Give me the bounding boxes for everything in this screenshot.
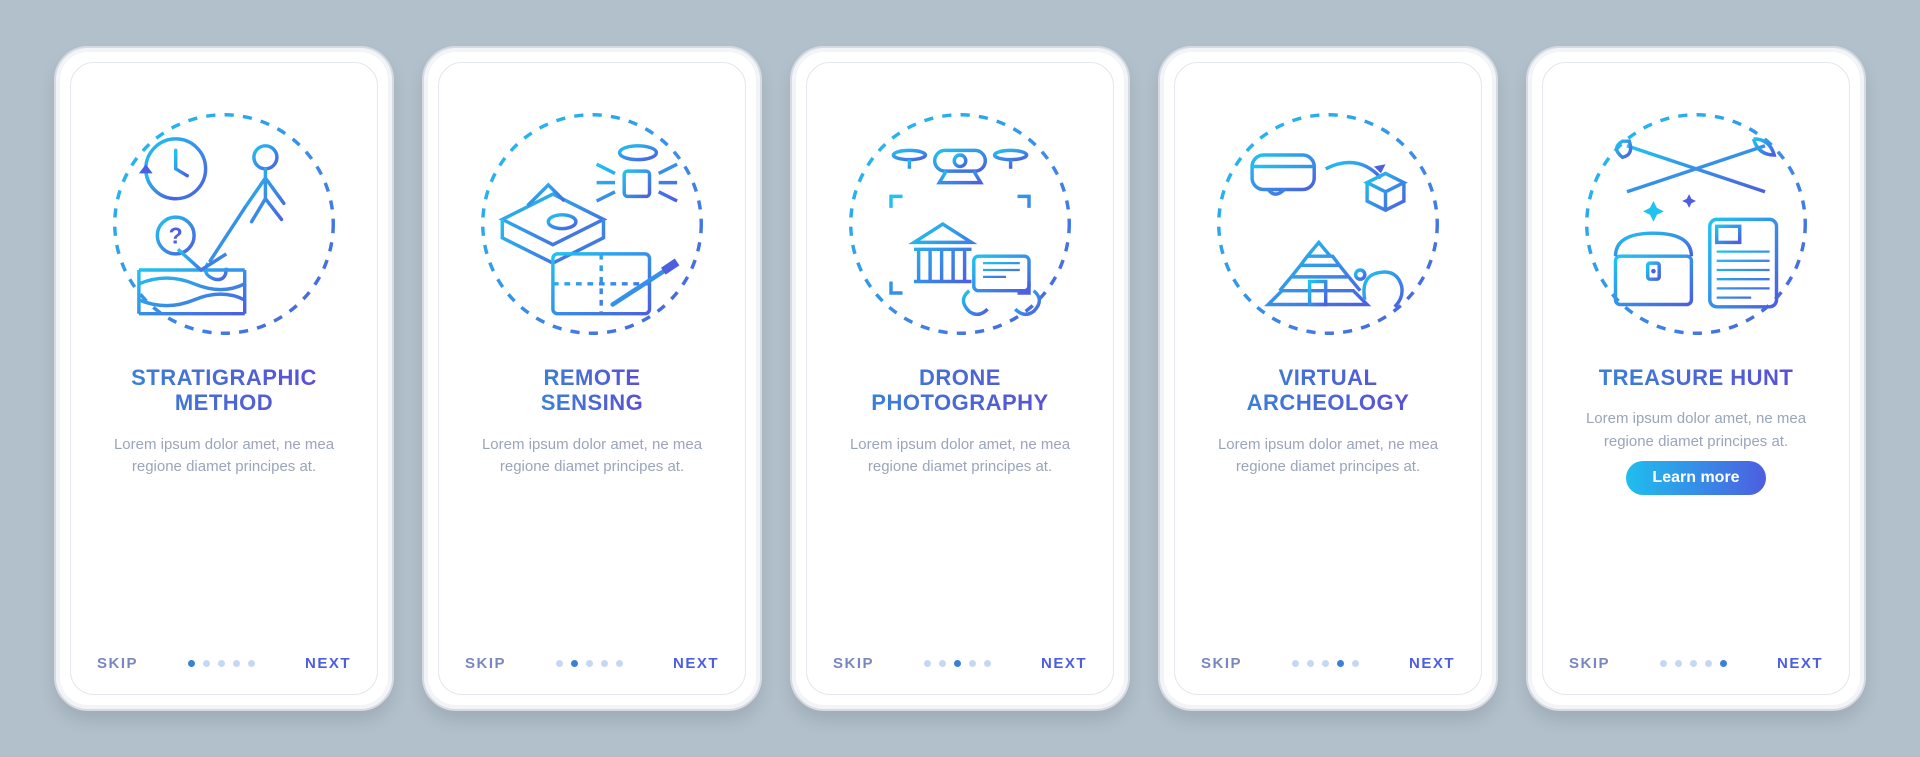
onboarding-footer: SKIP NEXT [829, 655, 1091, 672]
dot [1337, 660, 1344, 667]
phone-mockup: Remote sensing Lorem ipsum dolor amet, n… [422, 46, 762, 711]
dot [601, 660, 608, 667]
next-button[interactable]: NEXT [305, 655, 351, 672]
phone-mockup: Drone photography Lorem ipsum dolor amet… [790, 46, 1130, 711]
onboarding-description: Lorem ipsum dolor amet, ne mea regione d… [1208, 434, 1448, 479]
next-button[interactable]: NEXT [673, 655, 719, 672]
dot [248, 660, 255, 667]
onboarding-footer: SKIP NEXT [461, 655, 723, 672]
onboarding-screen: Remote sensing Lorem ipsum dolor amet, n… [438, 62, 746, 695]
onboarding-description: Lorem ipsum dolor amet, ne mea regione d… [840, 434, 1080, 479]
dot [1690, 660, 1697, 667]
onboarding-title: Virtual archeology [1247, 365, 1410, 416]
onboarding-title: Remote sensing [541, 365, 644, 416]
pagination-dots [188, 660, 255, 667]
treasure-icon [1581, 109, 1811, 339]
dot [203, 660, 210, 667]
onboarding-screen: Treasure hunt Lorem ipsum dolor amet, ne… [1542, 62, 1850, 695]
onboarding-title: Treasure hunt [1599, 365, 1794, 390]
skip-button[interactable]: SKIP [465, 655, 506, 672]
onboarding-footer: SKIP NEXT [93, 655, 355, 672]
dot [586, 660, 593, 667]
virtual-arch-icon [1213, 109, 1443, 339]
pagination-dots [1660, 660, 1727, 667]
dot [1720, 660, 1727, 667]
phone-mockup: ? Stratigraphic method Lorem ipsum dolor… [54, 46, 394, 711]
dot [1322, 660, 1329, 667]
dot [1292, 660, 1299, 667]
next-button[interactable]: NEXT [1409, 655, 1455, 672]
svg-text:?: ? [169, 223, 183, 249]
dot [218, 660, 225, 667]
dot [1352, 660, 1359, 667]
dot [1705, 660, 1712, 667]
stratigraphic-icon: ? [109, 109, 339, 339]
dot [1675, 660, 1682, 667]
skip-button[interactable]: SKIP [1201, 655, 1242, 672]
dot [188, 660, 195, 667]
onboarding-screen: Virtual archeology Lorem ipsum dolor ame… [1174, 62, 1482, 695]
skip-button[interactable]: SKIP [97, 655, 138, 672]
onboarding-description: Lorem ipsum dolor amet, ne mea regione d… [104, 434, 344, 479]
onboarding-footer: SKIP NEXT [1565, 655, 1827, 672]
pagination-dots [1292, 660, 1359, 667]
dot [233, 660, 240, 667]
dot [939, 660, 946, 667]
pagination-dots [556, 660, 623, 667]
onboarding-title: Drone photography [871, 365, 1048, 416]
dot [969, 660, 976, 667]
skip-button[interactable]: SKIP [1569, 655, 1610, 672]
onboarding-description: Lorem ipsum dolor amet, ne mea regione d… [1576, 408, 1816, 453]
phone-mockup: Treasure hunt Lorem ipsum dolor amet, ne… [1526, 46, 1866, 711]
next-button[interactable]: NEXT [1777, 655, 1823, 672]
dot [1307, 660, 1314, 667]
next-button[interactable]: NEXT [1041, 655, 1087, 672]
remote-sensing-icon [477, 109, 707, 339]
phone-mockup: Virtual archeology Lorem ipsum dolor ame… [1158, 46, 1498, 711]
dot [954, 660, 961, 667]
dot [571, 660, 578, 667]
onboarding-footer: SKIP NEXT [1197, 655, 1459, 672]
onboarding-description: Lorem ipsum dolor amet, ne mea regione d… [472, 434, 712, 479]
learn-more-button[interactable]: Learn more [1626, 461, 1765, 495]
dot [1660, 660, 1667, 667]
dot [984, 660, 991, 667]
onboarding-screen: ? Stratigraphic method Lorem ipsum dolor… [70, 62, 378, 695]
pagination-dots [924, 660, 991, 667]
dot [556, 660, 563, 667]
dot [616, 660, 623, 667]
skip-button[interactable]: SKIP [833, 655, 874, 672]
onboarding-screen: Drone photography Lorem ipsum dolor amet… [806, 62, 1114, 695]
onboarding-title: Stratigraphic method [131, 365, 317, 416]
dot [924, 660, 931, 667]
drone-icon [845, 109, 1075, 339]
